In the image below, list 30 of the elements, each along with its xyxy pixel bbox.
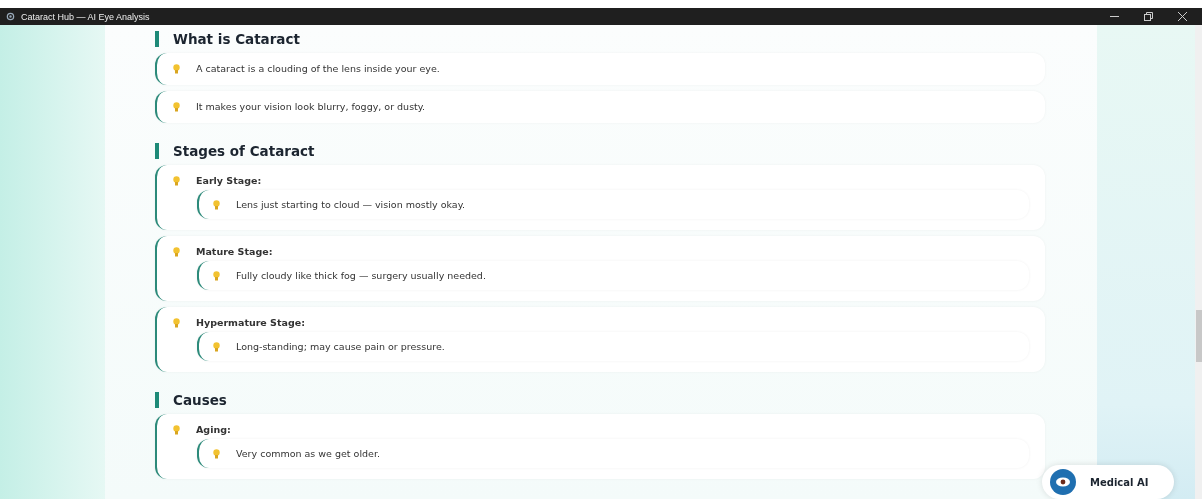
lightbulb-icon xyxy=(173,424,180,435)
scrollbar[interactable] xyxy=(1195,25,1202,499)
restore-icon xyxy=(1143,12,1153,21)
section-heading: Causes xyxy=(155,392,227,408)
medical-ai-button[interactable]: Medical AI xyxy=(1042,465,1174,499)
lightbulb-icon xyxy=(173,175,180,186)
lightbulb-icon xyxy=(213,199,220,210)
lightbulb-icon xyxy=(173,317,180,328)
lightbulb-icon xyxy=(213,270,220,281)
detail-text: Very common as we get older. xyxy=(236,448,380,459)
lightbulb-icon xyxy=(213,448,220,459)
item-label: Early Stage: xyxy=(196,175,262,186)
close-icon xyxy=(1177,12,1187,21)
detail-text: Lens just starting to cloud — vision mostly okay. xyxy=(236,199,465,210)
item-label: Hypermature Stage: xyxy=(196,317,305,328)
window-title: Cataract Hub — AI Eye Analysis xyxy=(21,11,151,22)
detail-text: Long-standing; may cause pain or pressure. xyxy=(236,341,445,352)
info-text: A cataract is a clouding of the lens inside your eye. xyxy=(196,63,440,74)
app-icon xyxy=(6,12,15,21)
lightbulb-icon xyxy=(173,63,180,74)
info-text: It makes your vision look blurry, foggy, or dusty. xyxy=(196,101,426,112)
lightbulb-icon xyxy=(213,341,220,352)
lightbulb-icon xyxy=(173,101,180,112)
eye-icon xyxy=(1050,469,1076,495)
lightbulb-icon xyxy=(173,246,180,257)
item-label: Mature Stage: xyxy=(196,246,273,257)
section-heading: What is Cataract xyxy=(155,31,300,47)
section-heading: Stages of Cataract xyxy=(155,143,315,159)
detail-text: Fully cloudy like thick fog — surgery usually needed. xyxy=(236,270,486,281)
item-label: Aging: xyxy=(196,424,231,435)
